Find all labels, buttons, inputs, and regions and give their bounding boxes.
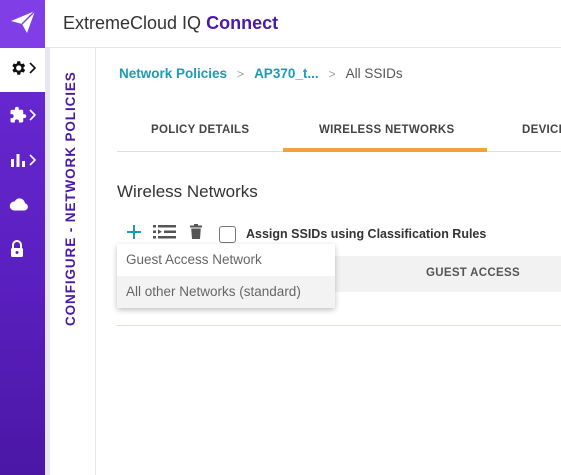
list-settings-button[interactable] <box>153 223 177 245</box>
section-vertical-title: CONFIGURE - NETWORK POLICIES <box>63 71 78 326</box>
tab-device[interactable]: DEVICE <box>522 124 561 136</box>
chevron-right-icon: > <box>328 66 336 81</box>
page-title: Wireless Networks <box>117 182 258 201</box>
chevron-right-icon <box>29 108 37 126</box>
brand-strong: Connect <box>206 13 279 33</box>
table-divider <box>117 325 561 326</box>
app-title: ExtremeCloud IQ Connect <box>63 13 278 34</box>
list-icon <box>153 224 177 245</box>
breadcrumb-network-policies[interactable]: Network Policies <box>119 66 227 81</box>
assign-ssids-checkbox[interactable] <box>219 225 236 243</box>
chevron-right-icon <box>29 153 37 171</box>
tab-bar: POLICY DETAILS WIRELESS NETWORKS DEVICE <box>117 112 561 152</box>
rail-item-security[interactable] <box>0 229 45 273</box>
left-nav-rail <box>0 0 45 475</box>
rail-item-monitor[interactable] <box>0 140 45 184</box>
tab-policy-details[interactable]: POLICY DETAILS <box>151 124 249 136</box>
assign-ssids-label: Assign SSIDs using Classification Rules <box>246 227 487 241</box>
bar-chart-icon <box>9 151 27 174</box>
cloud-icon <box>9 197 29 218</box>
rail-item-cloud[interactable] <box>0 185 45 229</box>
chevron-right-icon <box>29 61 37 79</box>
breadcrumb: Network Policies > AP370_t... > All SSID… <box>119 66 403 81</box>
breadcrumb-policy[interactable]: AP370_t... <box>254 66 319 81</box>
rail-item-extensions[interactable] <box>0 95 45 139</box>
paper-plane-icon <box>10 10 36 39</box>
puzzle-icon <box>9 106 27 129</box>
tab-wireless-networks[interactable]: WIRELESS NETWORKS <box>319 124 454 136</box>
menu-item-guest-access[interactable]: Guest Access Network <box>117 244 335 276</box>
trash-icon <box>190 224 202 244</box>
rail-item-configure[interactable] <box>0 48 45 92</box>
logo-button[interactable] <box>0 0 45 48</box>
delete-button[interactable] <box>184 223 208 245</box>
add-button[interactable] <box>122 223 146 245</box>
gear-icon <box>9 59 27 82</box>
column-header-guest-access[interactable]: GUEST ACCESS <box>426 267 520 279</box>
table-header: GUEST ACCESS <box>335 256 561 292</box>
brand-main: ExtremeCloud IQ <box>63 13 202 33</box>
table-toolbar: Assign SSIDs using Classification Rules <box>122 223 486 245</box>
plus-icon <box>126 224 142 245</box>
menu-item-other-networks[interactable]: All other Networks (standard) <box>117 276 335 308</box>
breadcrumb-current: All SSIDs <box>345 66 403 81</box>
chevron-right-icon: > <box>237 66 245 81</box>
lock-icon <box>9 239 25 263</box>
add-network-menu: Guest Access Network All other Networks … <box>117 244 335 308</box>
active-tab-indicator <box>283 148 487 152</box>
